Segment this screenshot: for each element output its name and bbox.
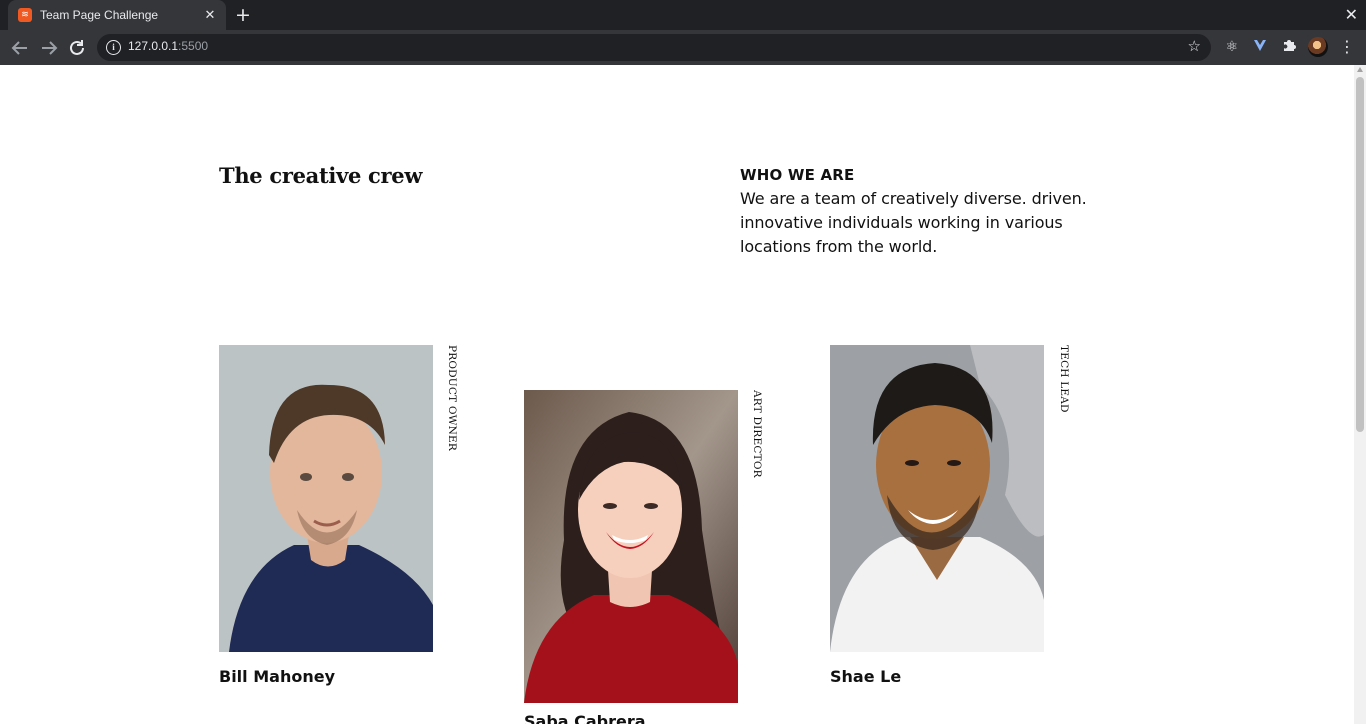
member-role: TECH LEAD bbox=[1058, 345, 1070, 413]
browser-tab-bar: ≋ Team Page Challenge ✕ + ✕ bbox=[0, 0, 1366, 30]
page-title: The creative crew bbox=[219, 163, 423, 188]
team-member-card: PRODUCT OWNER Bill Mahoney bbox=[219, 345, 458, 686]
profile-avatar[interactable] bbox=[1308, 37, 1328, 57]
reload-button[interactable] bbox=[65, 36, 89, 60]
team-member-card: ART DIRECTOR Saba Cabrera bbox=[524, 390, 763, 724]
scroll-up-arrow-icon[interactable] bbox=[1357, 67, 1363, 72]
who-we-are-text: We are a team of creatively diverse. dri… bbox=[740, 189, 1087, 256]
page-viewport: The creative crew WHO WE ARE We are a te… bbox=[0, 65, 1354, 724]
who-we-are-section: WHO WE ARE We are a team of creatively d… bbox=[740, 165, 1100, 259]
close-tab-icon[interactable]: ✕ bbox=[198, 8, 222, 23]
member-photo bbox=[830, 345, 1044, 652]
member-photo bbox=[524, 390, 738, 703]
member-name: Bill Mahoney bbox=[219, 667, 335, 686]
reload-icon bbox=[70, 40, 84, 55]
url-text[interactable]: 127.0.0.1:5500 bbox=[128, 39, 208, 53]
react-devtools-icon[interactable]: ⚛ bbox=[1222, 37, 1242, 57]
puzzle-icon[interactable] bbox=[1279, 37, 1299, 57]
member-photo bbox=[219, 345, 433, 652]
who-we-are-heading: WHO WE ARE bbox=[740, 166, 855, 184]
window-close-button[interactable]: ✕ bbox=[1345, 4, 1358, 26]
url-port: :5500 bbox=[178, 39, 209, 53]
favicon-icon: ≋ bbox=[18, 8, 32, 22]
back-button[interactable] bbox=[8, 36, 32, 60]
page-scrollbar[interactable] bbox=[1354, 65, 1366, 724]
member-name: Saba Cabrera bbox=[524, 712, 646, 724]
member-role: PRODUCT OWNER bbox=[446, 345, 458, 451]
browser-tab[interactable]: ≋ Team Page Challenge ✕ bbox=[8, 0, 226, 30]
kebab-menu-icon[interactable]: ⋮ bbox=[1338, 36, 1356, 58]
member-role: ART DIRECTOR bbox=[751, 390, 763, 478]
scrollbar-thumb[interactable] bbox=[1356, 77, 1364, 432]
url-host: 127.0.0.1 bbox=[128, 39, 179, 53]
forward-button[interactable] bbox=[37, 36, 61, 60]
address-bar[interactable]: i 127.0.0.1:5500 ☆ bbox=[97, 34, 1211, 61]
team-member-card: TECH LEAD Shae Le bbox=[830, 345, 1070, 686]
member-name: Shae Le bbox=[830, 667, 902, 686]
star-icon[interactable]: ☆ bbox=[1188, 37, 1201, 55]
arrow-left-icon bbox=[11, 41, 27, 55]
vue-devtools-icon[interactable] bbox=[1250, 37, 1270, 57]
new-tab-button[interactable]: + bbox=[232, 4, 254, 26]
browser-toolbar: i 127.0.0.1:5500 ☆ ⚛ ⋮ bbox=[0, 30, 1366, 65]
tab-title: Team Page Challenge bbox=[40, 8, 159, 22]
info-icon[interactable]: i bbox=[106, 40, 121, 55]
arrow-right-icon bbox=[42, 41, 58, 55]
